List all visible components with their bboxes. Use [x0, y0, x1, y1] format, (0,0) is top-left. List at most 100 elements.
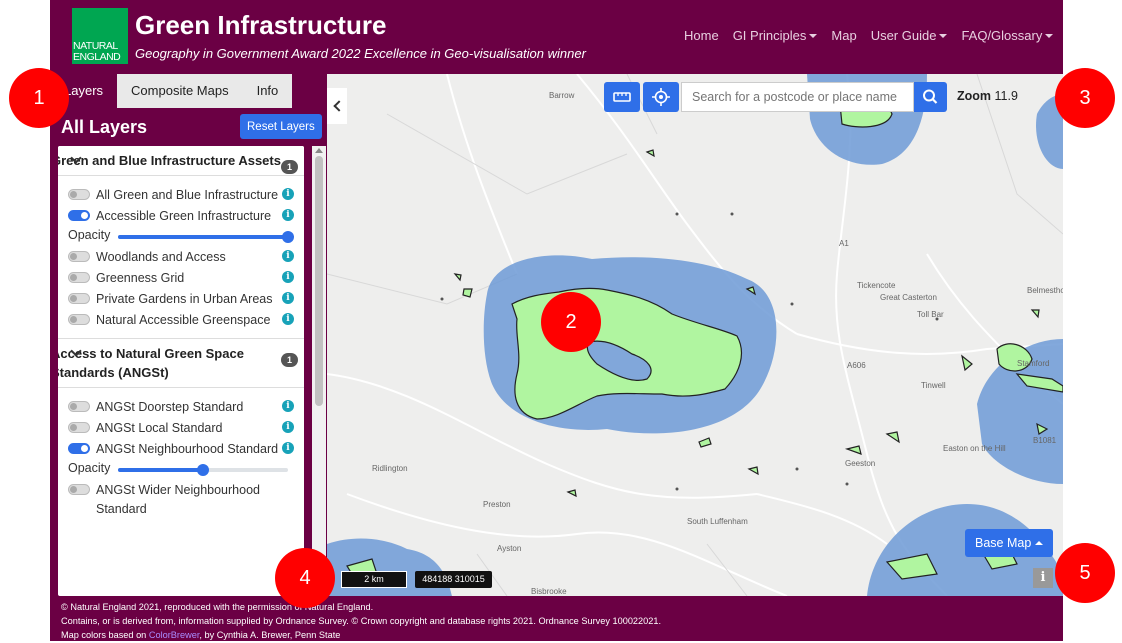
opacity-slider[interactable] [118, 464, 288, 476]
scale-bar: 2 km [341, 571, 407, 588]
layer-toggle[interactable] [68, 401, 90, 412]
place-label: Great Casterton [880, 293, 937, 302]
coordinate-readout: 484188 310015 [415, 571, 492, 588]
zoom-value: 11.9 [994, 89, 1018, 103]
layer-toggle[interactable] [68, 272, 90, 283]
map-canvas[interactable]: Barrow A1 Tickencote Great Casterton Bel… [327, 74, 1063, 596]
layer-toggle[interactable] [68, 251, 90, 262]
nav-map[interactable]: Map [831, 28, 856, 43]
base-map-button[interactable]: Base Map [965, 529, 1054, 557]
green-area [844, 445, 862, 455]
search-button[interactable] [914, 82, 947, 112]
sidebar-tabs: Layers Composite Maps Info [50, 74, 293, 108]
green-area [645, 149, 655, 158]
footer-text: Map colors based on [61, 630, 149, 641]
info-icon[interactable]: i [282, 442, 294, 454]
section-title: Green and Blue Infrastructure Assets [58, 153, 281, 168]
callout-marker: 5 [1055, 543, 1115, 603]
green-area [453, 273, 462, 282]
info-icon[interactable]: i [282, 250, 294, 262]
info-icon[interactable]: i [282, 421, 294, 433]
layer-toggle[interactable] [68, 189, 90, 200]
opacity-label: Opacity [68, 228, 111, 242]
count-badge: 1 [281, 353, 298, 367]
layer-toggle[interactable] [68, 422, 90, 433]
nav-home[interactable]: Home [684, 28, 719, 43]
scroll-up-icon[interactable] [315, 148, 323, 153]
info-icon[interactable]: i [282, 313, 294, 325]
main-nav: Home GI Principles Map User Guide FAQ/Gl… [684, 28, 1053, 43]
search-input[interactable] [681, 82, 914, 112]
place-label: A606 [847, 361, 866, 370]
scroll-thumb[interactable] [315, 156, 323, 406]
zoom-label: Zoom [957, 89, 992, 103]
layer-toggle[interactable] [68, 210, 90, 221]
layer-label: Accessible Green Infrastructure [96, 209, 272, 223]
layer-toggle[interactable] [68, 314, 90, 325]
layers-panel: Green and Blue Infrastructure Assets 1 A… [58, 146, 304, 596]
layer-item: Natural Accessible Greenspace i [58, 309, 304, 330]
green-area [462, 288, 473, 298]
logo-line2: ENGLAND [73, 51, 121, 63]
section-title: Access to Natural Green Space Standards … [58, 346, 244, 380]
colorbrewer-link[interactable]: ColorBrewer [149, 630, 200, 640]
sidebar-title: All Layers [61, 117, 148, 137]
layer-item: ANGSt Neighbourhood Standard i [58, 438, 304, 459]
site-header: NATURAL ENGLAND Green Infrastructure Geo… [50, 0, 1063, 74]
site-subtitle: Geography in Government Award 2022 Excel… [135, 46, 586, 61]
green-area [1030, 309, 1040, 319]
sidebar-scrollbar[interactable] [312, 146, 326, 596]
info-icon[interactable]: i [282, 188, 294, 200]
crosshair-icon [652, 88, 670, 106]
tab-composite-maps[interactable]: Composite Maps [117, 74, 243, 108]
green-area [885, 431, 900, 444]
site-title: Green Infrastructure [135, 10, 387, 40]
layer-item: ANGSt Doorstep Standard i [58, 396, 304, 417]
section-header-angst[interactable]: Access to Natural Green Space Standards … [58, 338, 304, 388]
info-icon[interactable]: i [282, 292, 294, 304]
nav-gi-principles[interactable]: GI Principles [733, 28, 818, 43]
callout-marker: 4 [275, 548, 335, 608]
section-header-gbi-assets[interactable]: Green and Blue Infrastructure Assets 1 [58, 146, 304, 176]
locate-button[interactable] [643, 82, 679, 112]
layer-label: ANGSt Doorstep Standard [96, 400, 244, 414]
layer-item: Greenness Grid i [58, 267, 304, 288]
measure-button[interactable] [604, 82, 640, 112]
info-icon[interactable]: i [282, 271, 294, 283]
opacity-label: Opacity [68, 461, 111, 475]
tab-info[interactable]: Info [242, 74, 293, 108]
layer-toggle[interactable] [68, 484, 90, 495]
green-area [698, 437, 712, 448]
search-icon [923, 89, 938, 104]
place-label: Bisbrooke [531, 587, 567, 596]
place-label: Barrow [549, 91, 575, 100]
map-info-button[interactable]: i [1033, 568, 1053, 588]
layer-toggle[interactable] [68, 443, 90, 454]
callout-marker: 1 [9, 68, 69, 128]
info-icon[interactable]: i [282, 400, 294, 412]
nav-user-guide[interactable]: User Guide [871, 28, 948, 43]
nav-faq-glossary[interactable]: FAQ/Glossary [961, 28, 1053, 43]
layer-label: ANGSt Local Standard [96, 421, 223, 435]
layer-item: Accessible Green Infrastructure i [58, 205, 304, 226]
layer-item: All Green and Blue Infrastructure i [58, 184, 304, 205]
layer-item: ANGSt Local Standard i [58, 417, 304, 438]
layer-item: Woodlands and Access i [58, 246, 304, 267]
opacity-slider[interactable] [118, 231, 294, 243]
layer-label: Private Gardens in Urban Areas [96, 292, 273, 306]
green-area [566, 489, 577, 498]
layer-toggle[interactable] [68, 293, 90, 304]
layer-item: ANGSt Wider Neighbourhood Standard [58, 479, 304, 519]
info-icon[interactable]: i [282, 209, 294, 221]
reset-layers-button[interactable]: Reset Layers [240, 114, 322, 139]
footer-line: Map colors based on ColorBrewer, by Cynt… [61, 628, 661, 642]
natural-england-logo[interactable]: NATURAL ENGLAND [72, 8, 128, 64]
green-area [747, 466, 759, 476]
layer-label: Greenness Grid [96, 271, 185, 285]
collapse-sidebar-button[interactable] [327, 88, 347, 124]
place-label: Stamford [1017, 359, 1050, 368]
place-label: Easton on the Hill [943, 444, 1006, 453]
green-area [961, 354, 973, 372]
layer-label: ANGSt Neighbourhood Standard [96, 442, 279, 456]
callout-marker: 2 [541, 292, 601, 352]
